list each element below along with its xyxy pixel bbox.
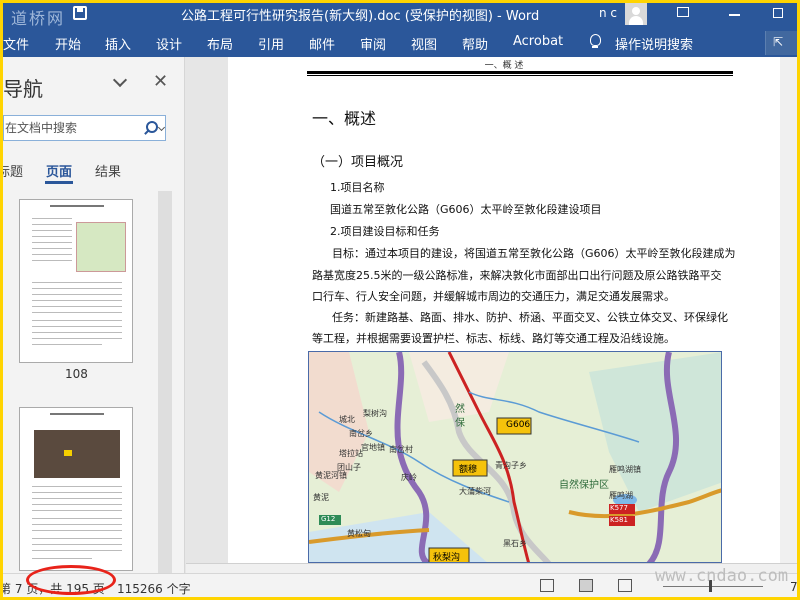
map-label-place: 官地镇	[361, 443, 385, 452]
search-icon[interactable]	[142, 120, 158, 136]
tab-acrobat[interactable]: Acrobat	[513, 34, 563, 49]
nav-tab-headings[interactable]: 标题	[3, 161, 23, 180]
minimize-icon[interactable]	[729, 14, 740, 16]
map-label-place: 雁鸣湖	[609, 491, 633, 500]
map-label-place: 南岔乡	[349, 429, 373, 438]
tab-insert[interactable]: 插入	[105, 34, 131, 53]
map-label-town: 秋梨沟	[433, 553, 461, 563]
page-header: 一、概 述	[484, 61, 524, 71]
thumbnail-scrollbar[interactable]	[158, 191, 172, 573]
page-thumbnail[interactable]	[19, 199, 133, 363]
word-window: 道桥网 公路工程可行性研究报告(新大纲).doc (受保护的视图) - Word…	[3, 3, 797, 597]
body-paragraph: 2.项目建设目标和任务	[330, 225, 440, 238]
active-tab-indicator	[45, 181, 73, 184]
ribbon-tabs: 文件 开始 插入 设计 布局 引用 邮件 审阅 视图 帮助 Acrobat 操作…	[3, 27, 797, 57]
tab-references[interactable]: 引用	[258, 34, 284, 53]
read-mode-icon[interactable]	[540, 579, 554, 592]
search-dropdown-icon[interactable]	[157, 123, 166, 132]
thumbnail-page-number: 108	[65, 367, 88, 381]
chevron-down-icon[interactable]	[112, 72, 128, 88]
heading-level-2: （一）项目概况	[312, 155, 404, 170]
title-bar: 道桥网 公路工程可行性研究报告(新大纲).doc (受保护的视图) - Word…	[3, 3, 797, 28]
tab-review[interactable]: 审阅	[360, 34, 386, 53]
map-label-place: 城北	[339, 415, 355, 424]
body-paragraph: 1.项目名称	[330, 181, 385, 194]
map-label-place: 黄泥	[313, 493, 329, 502]
print-layout-icon[interactable]	[579, 579, 593, 592]
red-highlight-circle	[26, 565, 116, 595]
map-label-route: G12	[321, 515, 336, 523]
tab-help[interactable]: 帮助	[462, 34, 488, 53]
document-page: 一、概 述 一、概述 （一）项目概况 1.项目名称 国道五常至敦化公路（G606…	[228, 57, 780, 563]
map-label-place: 大蒲柴河	[459, 487, 491, 496]
body-paragraph: 目标：通过本项目的建设，将国道五常至敦化公路（G606）太平岭至敦化段建成为	[332, 247, 736, 260]
map-label-place: 塔拉站	[339, 449, 363, 458]
lightbulb-icon[interactable]	[589, 34, 601, 50]
map-label-town: 额穆	[459, 465, 478, 475]
header-rule	[307, 71, 733, 74]
map-label-place: 黄泥河镇	[315, 471, 347, 480]
close-icon[interactable]: ✕	[153, 71, 168, 92]
nav-search-input[interactable]	[5, 119, 135, 137]
tell-me-search[interactable]: 操作说明搜索	[615, 34, 693, 53]
map-label-place: 庆岭	[401, 473, 417, 482]
body-paragraph: 任务：新建路基、路面、排水、防护、桥涵、平面交叉、公铁立体交叉、环保绿化	[332, 311, 728, 324]
share-icon: ⇱	[773, 35, 784, 49]
map-label-place: 黄松甸	[347, 529, 371, 538]
page-thumbnails: 108	[3, 191, 185, 573]
header-rule-thin	[307, 75, 733, 76]
map-label-reserve: 自然保护区	[559, 480, 609, 491]
tab-mailings[interactable]: 邮件	[309, 34, 335, 53]
avatar[interactable]	[625, 3, 647, 25]
tab-design[interactable]: 设计	[156, 34, 182, 53]
map-label-place: 雁鸣湖镇	[609, 465, 641, 474]
thumbnail-photo-image	[34, 430, 120, 478]
user-name[interactable]: n c	[599, 6, 617, 20]
map-label-place: 青沟子乡	[495, 461, 527, 470]
word-count[interactable]: 115266 个字	[117, 580, 191, 597]
body-paragraph: 路基宽度25.5米的一级公路标准，来解决敦化市面部出口出行问题及原公路铁路平交	[312, 269, 722, 282]
site-watermark: www.cndao.com	[655, 566, 789, 586]
body-paragraph: 口行车、行人安全问题，并缓解城市周边的交通压力，满足交通发展需求。	[312, 290, 675, 303]
map-label-place: 南岔村	[389, 445, 413, 454]
tab-file[interactable]: 文件	[3, 34, 29, 53]
nav-tab-pages[interactable]: 页面	[46, 161, 72, 180]
ribbon-display-options-icon[interactable]	[677, 7, 689, 17]
page-thumbnail[interactable]	[19, 407, 133, 571]
tab-view[interactable]: 视图	[411, 34, 437, 53]
map-label-reserve: 然	[455, 404, 465, 415]
navigation-pane: 导航 ✕ 标题 页面 结果	[3, 57, 185, 573]
map-label-reserve: 保	[455, 418, 465, 429]
window-title: 公路工程可行性研究报告(新大纲).doc (受保护的视图) - Word	[181, 9, 540, 24]
body-paragraph: 国道五常至敦化公路（G606）太平岭至敦化段建设项目	[330, 203, 602, 216]
nav-pane-title: 导航	[3, 77, 43, 101]
zoom-slider[interactable]	[663, 586, 763, 587]
share-button[interactable]: ⇱	[765, 31, 797, 55]
zoom-level[interactable]: 7	[790, 580, 797, 594]
map-label-place: 黑石乡	[503, 539, 527, 548]
heading-level-1: 一、概述	[312, 109, 377, 128]
tab-layout[interactable]: 布局	[207, 34, 233, 53]
web-layout-icon[interactable]	[618, 579, 632, 592]
document-area: 一、概 述 一、概述 （一）项目概况 1.项目名称 国道五常至敦化公路（G606…	[186, 57, 797, 573]
map-label-place: 梨树沟	[363, 409, 387, 418]
nav-search-box[interactable]	[3, 115, 166, 141]
nav-tab-results[interactable]: 结果	[95, 161, 121, 180]
body-paragraph: 等工程，并根据需要设置护栏、标志、标线、路灯等交通工程及沿线设施。	[312, 332, 675, 345]
save-icon[interactable]	[73, 6, 87, 20]
map-label-route: G606	[506, 420, 531, 430]
route-map-figure: G606 额穆 秋梨沟 官地镇 黄松甸 南岔乡 塔拉站 团山子 庆岭 大蒲柴河 …	[308, 351, 722, 563]
vertical-scrollbar[interactable]	[780, 57, 797, 563]
watermark-logo: 道桥网	[11, 9, 66, 28]
map-label-kilometer: K577	[610, 504, 628, 512]
tab-home[interactable]: 开始	[55, 34, 81, 53]
thumbnail-map-image	[76, 222, 126, 272]
map-label-kilometer: K581	[610, 516, 628, 524]
maximize-icon[interactable]	[773, 8, 783, 18]
